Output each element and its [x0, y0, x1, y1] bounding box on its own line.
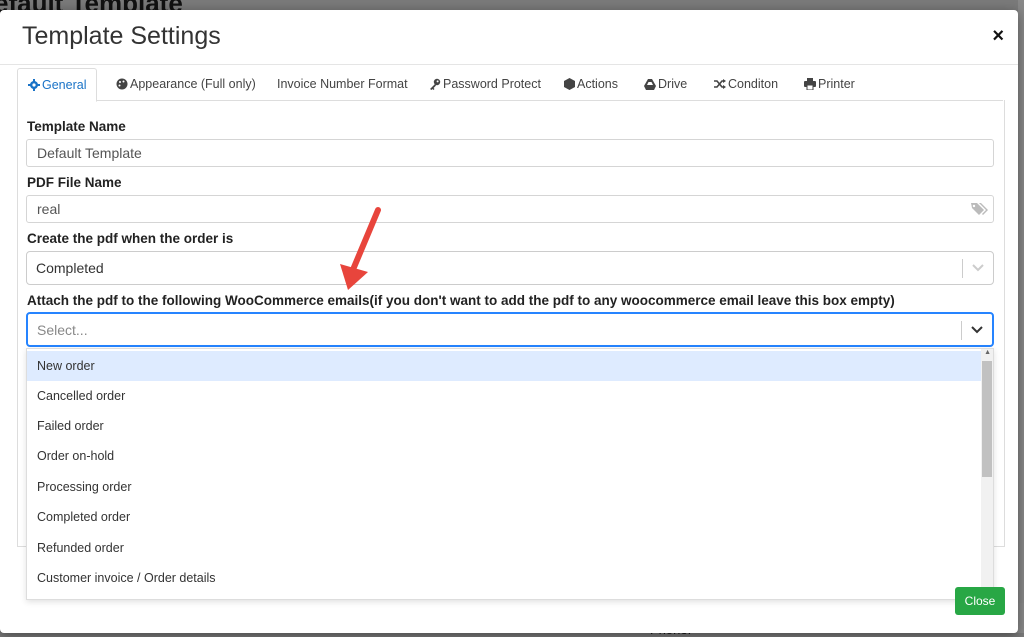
tab-label: Conditon: [728, 77, 779, 91]
tab-appearance[interactable]: Appearance (Full only): [106, 68, 266, 100]
tab-printer[interactable]: Printer: [794, 68, 865, 100]
pdf-file-name-input[interactable]: real: [26, 195, 994, 223]
close-button[interactable]: Close: [955, 587, 1005, 615]
dropdown-option[interactable]: Failed order: [27, 411, 983, 441]
dropdown-option[interactable]: Customer invoice / Order details: [27, 563, 983, 593]
tab-label: Appearance (Full only): [130, 77, 256, 91]
chevron-down-icon[interactable]: [971, 326, 983, 334]
printer-icon: [804, 78, 816, 91]
settings-tabs: General Appearance (Full only) Invoice N…: [17, 68, 1003, 102]
gear-icon: [28, 79, 40, 91]
tab-label: Printer: [818, 77, 855, 91]
tab-label: Actions: [577, 77, 618, 91]
select-separator: [961, 321, 962, 340]
select-separator: [962, 259, 963, 278]
chevron-down-icon[interactable]: [972, 264, 984, 272]
background-page-edge: [1018, 0, 1024, 633]
tab-label: Drive: [658, 77, 688, 91]
close-icon[interactable]: ×: [992, 25, 1004, 48]
emails-select-placeholder: Select...: [37, 322, 88, 338]
shuffle-icon: [714, 79, 726, 89]
tab-label: Password Protect: [443, 77, 541, 91]
palette-icon: [116, 78, 128, 90]
tab-general[interactable]: General: [17, 68, 98, 102]
tags-icon: [971, 203, 988, 215]
dropdown-option[interactable]: Order on-hold: [27, 441, 983, 471]
key-icon: [430, 78, 441, 90]
pdf-file-name-label: PDF File Name: [27, 175, 122, 190]
drive-icon: [644, 79, 656, 90]
dropdown-option[interactable]: Refunded order: [27, 533, 983, 563]
annotation-arrow-icon: [340, 207, 381, 290]
emails-dropdown-menu: New order Cancelled order Failed order O…: [26, 348, 994, 600]
tab-password-protect[interactable]: Password Protect: [419, 68, 551, 100]
modal-title: Template Settings: [22, 22, 221, 50]
tab-invoice-number-format[interactable]: Invoice Number Format: [267, 68, 418, 100]
dropdown-option[interactable]: Completed order: [27, 502, 983, 532]
dropdown-option[interactable]: Processing order: [27, 472, 983, 502]
pdf-file-name-value: real: [37, 201, 61, 217]
attach-emails-label: Attach the pdf to the following WooComme…: [27, 293, 895, 308]
tab-conditon[interactable]: Conditon: [704, 68, 788, 100]
order-status-value: Completed: [36, 260, 104, 276]
tab-drive[interactable]: Drive: [634, 68, 697, 100]
tab-label: General: [42, 78, 87, 92]
scroll-up-arrow-icon[interactable]: ▲: [984, 349, 991, 356]
tab-actions[interactable]: Actions: [554, 68, 628, 100]
tab-label: Invoice Number Format: [277, 77, 408, 91]
dropdown-scrollbar[interactable]: ▲ ▼: [981, 349, 993, 599]
woocommerce-emails-select[interactable]: Select...: [26, 312, 994, 347]
scrollbar-thumb[interactable]: [982, 361, 992, 477]
dropdown-option[interactable]: New order: [27, 351, 983, 381]
template-name-label: Template Name: [27, 119, 126, 134]
template-name-input[interactable]: Default Template: [26, 139, 994, 167]
create-pdf-label: Create the pdf when the order is: [27, 231, 234, 246]
cube-icon: [564, 78, 575, 90]
order-status-select[interactable]: Completed: [26, 251, 994, 285]
modal-header: Template Settings ×: [0, 10, 1018, 65]
dropdown-option[interactable]: Cancelled order: [27, 381, 983, 411]
